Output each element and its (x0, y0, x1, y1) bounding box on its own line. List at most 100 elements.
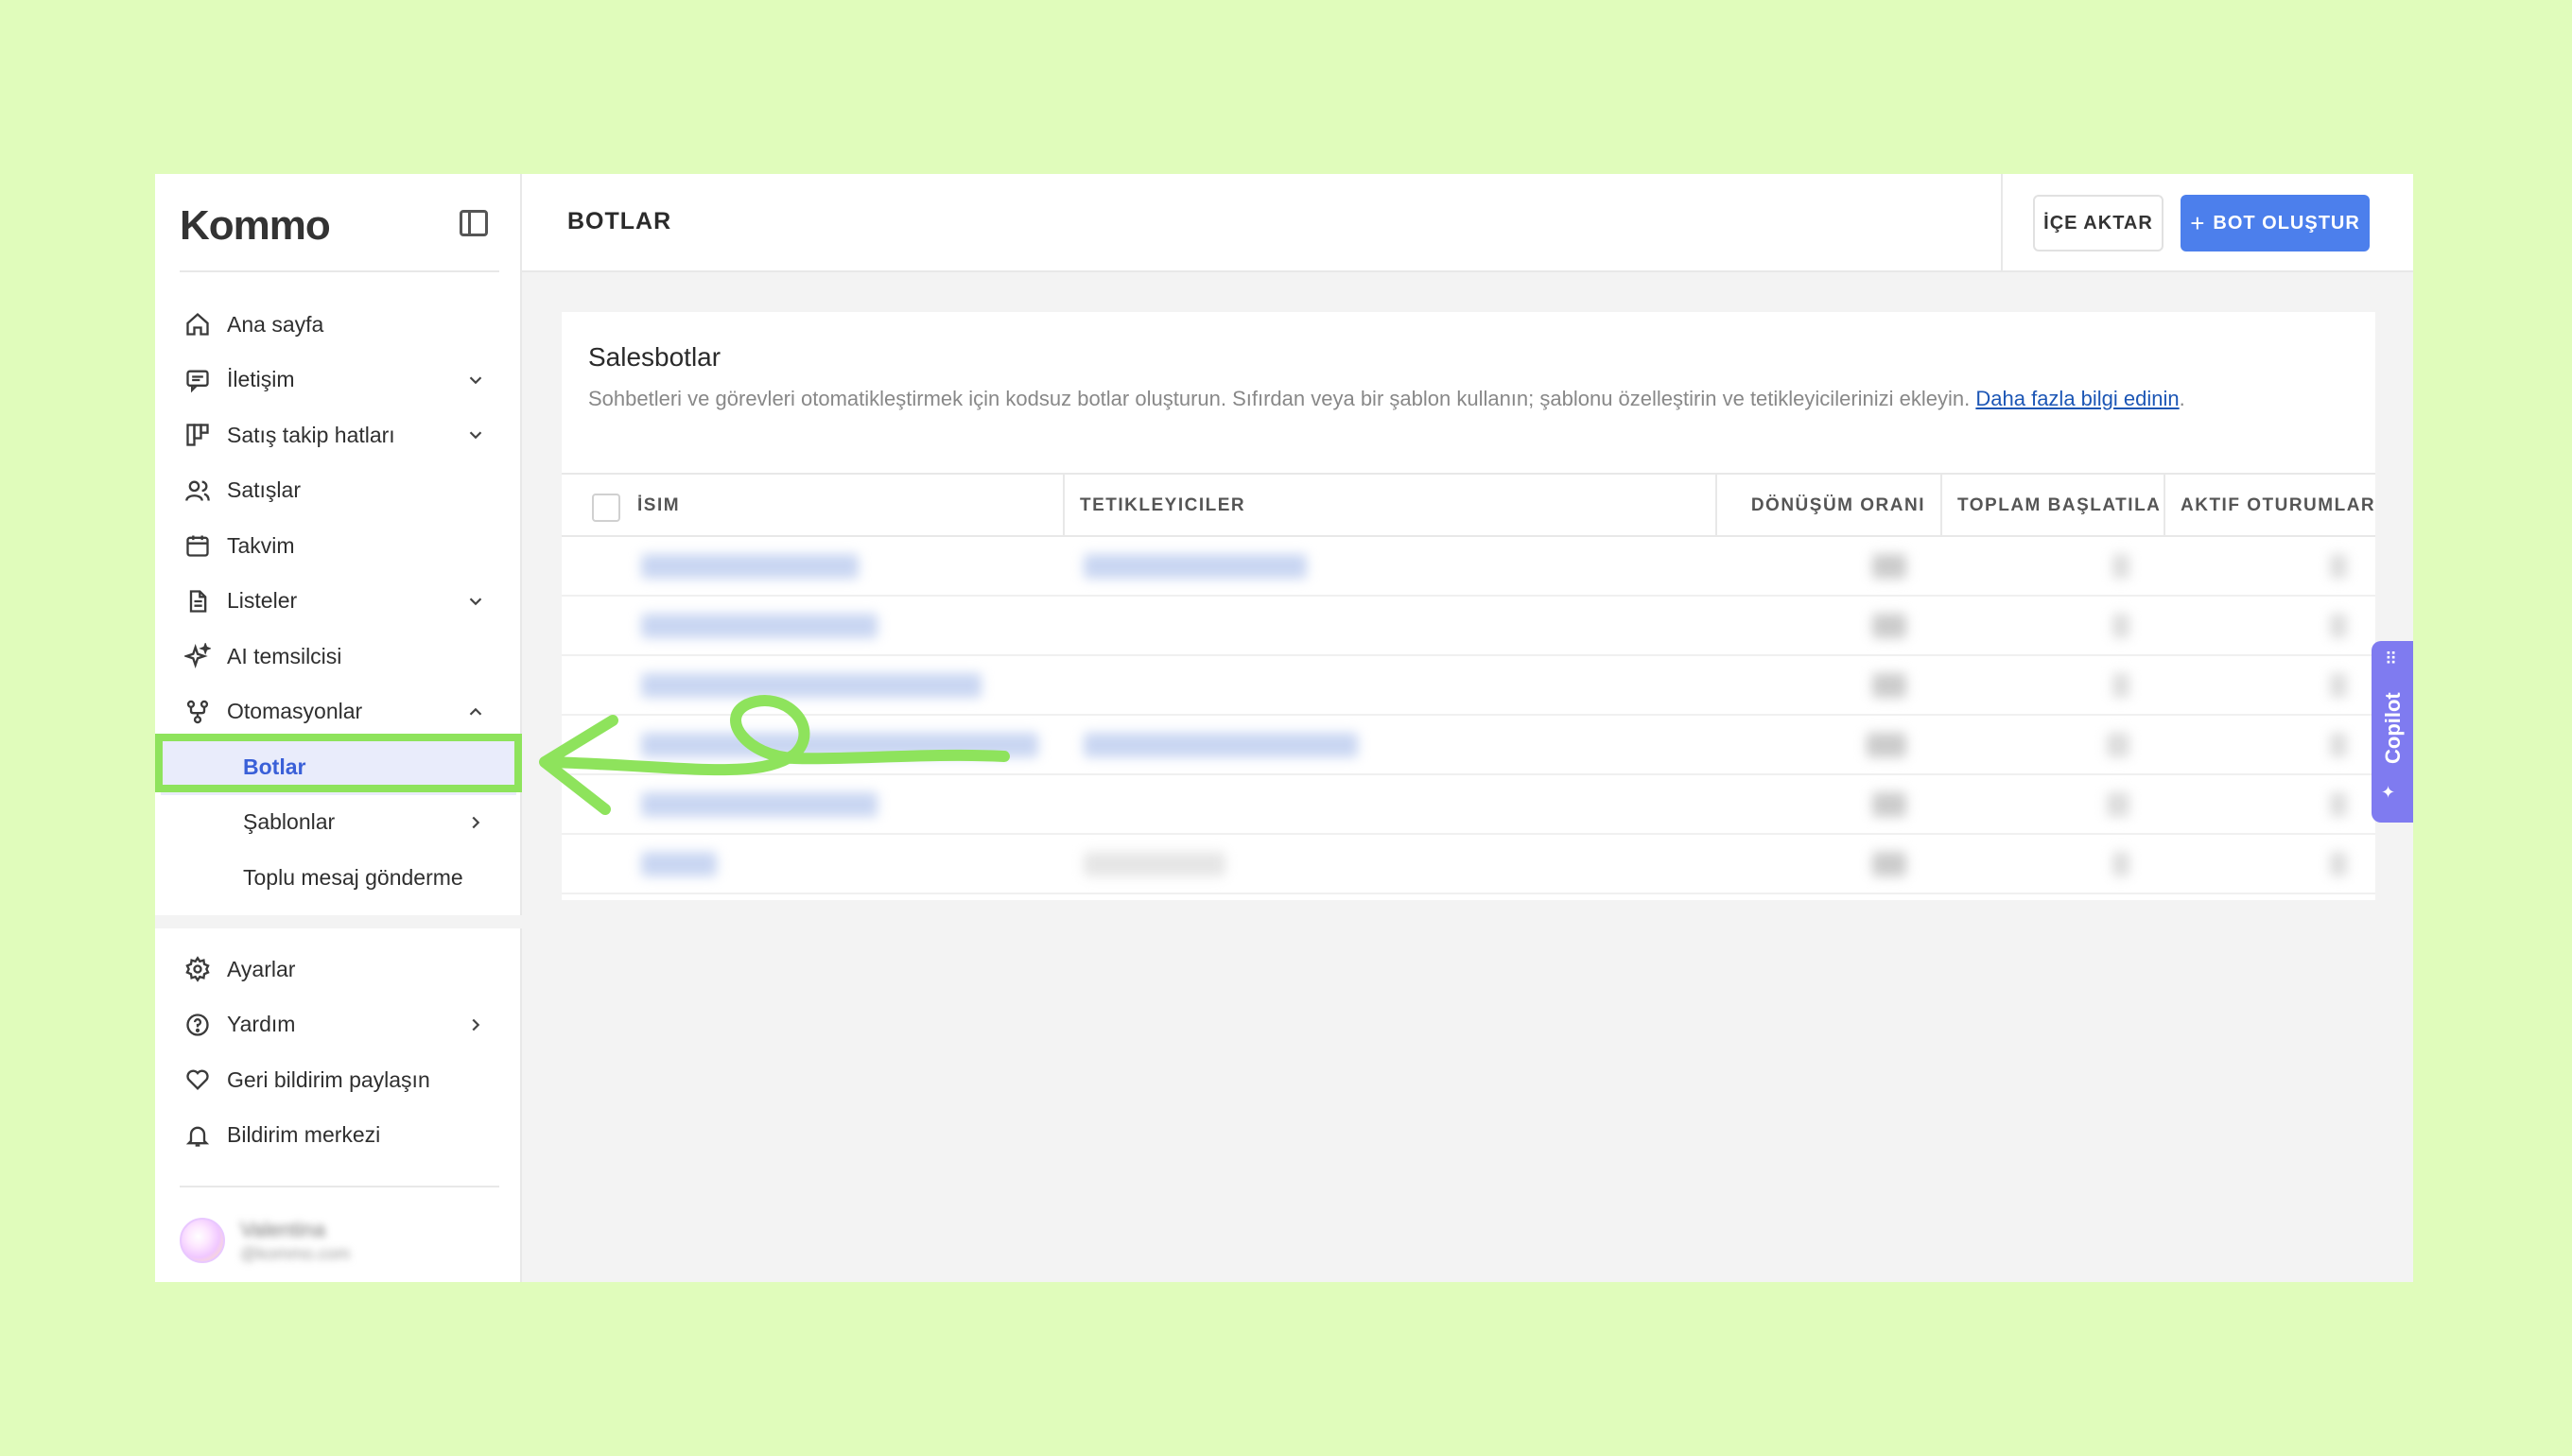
app-window: Kommo Ana sayfa İletişim Satış takip hat… (155, 174, 2413, 1282)
conversion-redacted (1872, 554, 1906, 579)
user-name: Valentina (240, 1218, 326, 1241)
bots-table: İSIM TETIKLEYICILER DÖNÜŞÜM ORANI TOPLAM… (562, 473, 2375, 894)
trigger-redacted (1084, 554, 1307, 579)
sidebar-item-help[interactable]: Yardım (155, 997, 522, 1053)
import-button[interactable]: İÇE AKTAR (2033, 195, 2164, 251)
column-header-name[interactable]: İSIM (562, 475, 1065, 537)
bot-name-redacted (641, 554, 859, 579)
table-row[interactable] (562, 716, 2375, 775)
sidebar-divider (180, 1186, 499, 1187)
total-redacted (2107, 792, 2129, 817)
sidebar-item-label: AI temsilcisi (227, 643, 342, 668)
total-redacted (2112, 614, 2129, 638)
salesbots-card: Salesbotlar Sohbetleri ve görevleri otom… (562, 312, 2375, 900)
active-redacted (2330, 733, 2347, 757)
sidebar-item-settings[interactable]: Ayarlar (155, 942, 522, 997)
table-row[interactable] (562, 597, 2375, 656)
gear-icon (183, 955, 212, 983)
total-redacted (2107, 733, 2129, 757)
chevron-down-icon[interactable] (465, 370, 486, 390)
sidebar-item-label: Satışlar (227, 477, 301, 503)
sidebar-item-label: Bildirim merkezi (227, 1122, 381, 1148)
bot-name-redacted (641, 852, 717, 876)
sidebar-item-feedback[interactable]: Geri bildirim paylaşın (155, 1052, 522, 1108)
sidebar-item-label: Yardım (227, 1012, 296, 1037)
sidebar-item-label: Listeler (227, 588, 298, 614)
sidebar-item-lists[interactable]: Listeler (155, 574, 522, 630)
create-bot-button[interactable]: + BOT OLUŞTUR (2181, 195, 2370, 251)
chevron-right-icon[interactable] (465, 812, 486, 833)
sidebar-item-sales[interactable]: Satışlar (155, 463, 522, 519)
conversion-redacted (1872, 852, 1906, 876)
active-redacted (2330, 852, 2347, 876)
automation-icon (183, 698, 212, 726)
avatar[interactable] (180, 1218, 225, 1263)
calendar-icon (183, 531, 212, 560)
chevron-up-icon[interactable] (465, 702, 486, 722)
copilot-label: Copilot (2381, 692, 2405, 764)
chat-icon (183, 366, 212, 394)
sidebar-subitem-label: Şablonlar (243, 809, 336, 835)
sidebar-subitem-broadcast[interactable]: Toplu mesaj gönderme (155, 850, 522, 906)
sidebar-item-ai-agent[interactable]: AI temsilcisi (155, 629, 522, 685)
trigger-redacted (1084, 733, 1358, 757)
table-row[interactable] (562, 656, 2375, 716)
learn-more-link[interactable]: Daha fazla bilgi edinin (1975, 387, 2179, 410)
chevron-right-icon[interactable] (465, 1014, 486, 1035)
conversion-redacted (1867, 733, 1906, 757)
plus-icon: + (2190, 208, 2206, 237)
sidebar-item-label: Otomasyonlar (227, 699, 363, 724)
bot-name-redacted (641, 792, 878, 817)
sidebar-subitem-templates[interactable]: Şablonlar (155, 795, 522, 851)
drag-handle-icon[interactable]: ⠿ (2385, 650, 2397, 667)
conversion-redacted (1872, 673, 1906, 698)
active-redacted (2330, 673, 2347, 698)
main-content: Salesbotlar Sohbetleri ve görevleri otom… (522, 272, 2413, 1282)
table-row[interactable] (562, 775, 2375, 835)
copilot-tab[interactable]: ⠿ Copilot ✦ (2372, 641, 2413, 823)
bot-name-redacted (641, 733, 1038, 757)
sidebar-item-automations[interactable]: Otomasyonlar (155, 685, 522, 740)
chevron-down-icon[interactable] (465, 425, 486, 445)
active-redacted (2330, 792, 2347, 817)
user-profile[interactable]: Valentina @kommo.com (180, 1212, 463, 1273)
sidebar-divider (155, 915, 522, 928)
sidebar-toggle-icon[interactable] (460, 210, 488, 236)
logo-row: Kommo (180, 174, 499, 272)
chevron-down-icon[interactable] (465, 591, 486, 612)
table-header: İSIM TETIKLEYICILER DÖNÜŞÜM ORANI TOPLAM… (562, 473, 2375, 537)
kommo-logo[interactable]: Kommo (180, 202, 331, 250)
main-nav: Ana sayfa İletişim Satış takip hatları S… (155, 297, 522, 906)
sidebar-item-pipelines[interactable]: Satış takip hatları (155, 407, 522, 463)
sparkle-icon: ✦ (2381, 783, 2396, 802)
sidebar-item-home[interactable]: Ana sayfa (155, 297, 522, 353)
sidebar-item-calendar[interactable]: Takvim (155, 518, 522, 574)
column-header-total-started[interactable]: TOPLAM BAŞLATILA (1942, 475, 2165, 537)
conversion-redacted (1872, 792, 1906, 817)
table-row[interactable] (562, 835, 2375, 894)
users-icon (183, 477, 212, 505)
page-header: BOTLAR İÇE AKTAR + BOT OLUŞTUR (522, 174, 2413, 272)
column-header-triggers[interactable]: TETIKLEYICILER (1065, 475, 1717, 537)
home-icon (183, 310, 212, 338)
card-title: Salesbotlar (588, 342, 721, 372)
pipeline-icon (183, 421, 212, 449)
trigger-redacted (1084, 852, 1225, 876)
document-icon (183, 587, 212, 615)
active-redacted (2330, 554, 2347, 579)
total-redacted (2112, 673, 2129, 698)
sidebar-item-communication[interactable]: İletişim (155, 353, 522, 408)
column-header-active-sessions[interactable]: AKTIF OTURUMLAR (2165, 475, 2375, 537)
sidebar-item-notifications[interactable]: Bildirim merkezi (155, 1108, 522, 1164)
bell-icon (183, 1121, 212, 1150)
bot-name-redacted (641, 673, 982, 698)
sparkles-icon (183, 642, 212, 670)
sidebar-item-label: İletişim (227, 367, 295, 392)
sidebar-item-label: Ayarlar (227, 956, 296, 981)
description-suffix: . (2179, 387, 2185, 410)
active-redacted (2330, 614, 2347, 638)
column-header-conversion[interactable]: DÖNÜŞÜM ORANI (1717, 475, 1942, 537)
sidebar-subitem-label: Toplu mesaj gönderme (243, 864, 463, 890)
table-row[interactable] (562, 537, 2375, 597)
conversion-redacted (1872, 614, 1906, 638)
